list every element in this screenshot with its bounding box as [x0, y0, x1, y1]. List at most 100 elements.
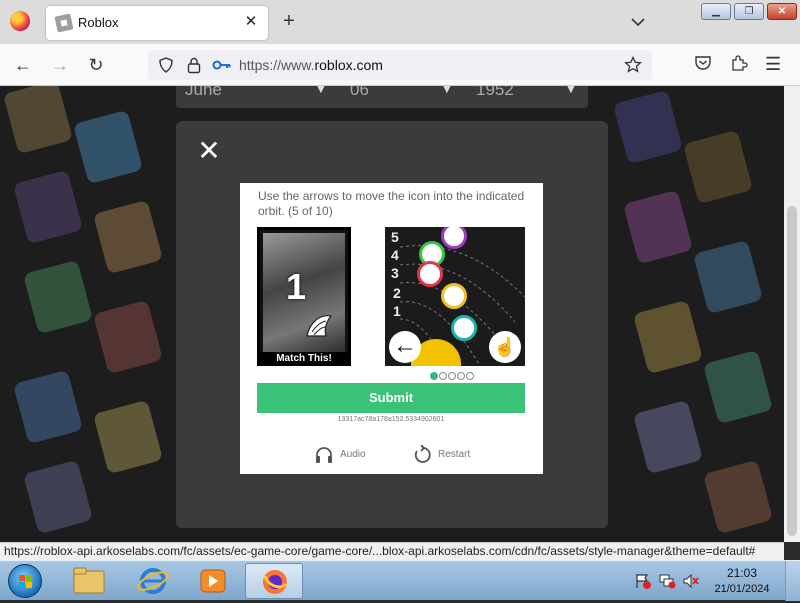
page-viewport: June ▼ 06 ▼ 1952 ▼ ✕ Use the arrows to m… — [0, 86, 784, 542]
chevron-down-icon[interactable]: ▼ — [564, 86, 578, 96]
orbit-label: 2 — [393, 285, 401, 301]
list-all-tabs-chevron-down-icon[interactable] — [628, 12, 648, 32]
orbit-object-icon — [451, 315, 477, 341]
lock-icon[interactable] — [186, 56, 202, 77]
extensions-puzzle-icon[interactable] — [730, 54, 748, 75]
clock-time[interactable]: 21:03 — [718, 566, 766, 580]
orbit-label: 1 — [393, 303, 401, 319]
month-select[interactable]: June — [185, 86, 222, 100]
close-icon[interactable]: ✕ — [196, 137, 222, 165]
orbit-label: 5 — [391, 229, 399, 245]
key-icon[interactable] — [212, 58, 232, 75]
progress-dot — [466, 372, 474, 380]
window-close-button[interactable]: ✕ — [767, 3, 797, 20]
background-avatar-tile — [622, 189, 694, 265]
background-avatar-tile — [92, 199, 164, 275]
background-avatar-tile — [92, 299, 164, 375]
tab-roblox[interactable]: Roblox ✕ — [46, 6, 268, 40]
headphones-icon — [316, 447, 332, 463]
reload-icon[interactable]: ↻ — [83, 53, 109, 77]
year-select[interactable]: 1952 — [476, 86, 514, 100]
status-bar-url: https://roblox-api.arkoselabs.com/fc/ass… — [0, 542, 784, 560]
forward-arrow-icon[interactable]: → — [47, 53, 73, 77]
orbit-puzzle-image: 5 4 3 2 1 ← ☝ — [385, 227, 525, 366]
background-avatar-tile — [632, 399, 704, 475]
captcha-instruction: Use the arrows to move the icon into the… — [258, 189, 525, 218]
tab-close-button[interactable]: ✕ — [242, 13, 260, 31]
internet-explorer-taskbar-button[interactable] — [124, 563, 182, 599]
orbit-object-icon — [441, 283, 467, 309]
firefox-icon[interactable] — [10, 11, 30, 31]
address-bar[interactable]: https://www.roblox.com — [148, 50, 652, 80]
media-player-icon — [200, 569, 226, 593]
windows-taskbar: 21:03 21/01/2024 — [0, 560, 800, 601]
volume-icon[interactable] — [682, 573, 700, 589]
roblox-favicon-icon — [54, 13, 74, 33]
submit-button[interactable]: Submit — [257, 383, 525, 413]
right-arrow-button[interactable]: ☝ — [489, 331, 521, 363]
audio-label: Audio — [340, 449, 366, 460]
orbit-object-icon — [417, 261, 443, 287]
url-domain: roblox.com — [314, 57, 383, 73]
action-center-flag-icon[interactable] — [634, 573, 652, 589]
background-avatar-tile — [612, 89, 684, 165]
left-arrow-button[interactable]: ← — [389, 331, 421, 363]
background-avatar-tile — [92, 399, 164, 475]
match-label: Match This! — [260, 352, 348, 363]
window-minimize-button[interactable]: ▁ — [701, 3, 731, 20]
internet-explorer-icon — [137, 568, 169, 594]
progress-dot — [439, 372, 447, 380]
media-player-taskbar-button[interactable] — [184, 563, 242, 599]
background-avatar-tile — [12, 369, 84, 445]
folder-icon — [73, 567, 105, 594]
firefox-icon — [263, 570, 288, 594]
show-desktop-button[interactable] — [785, 561, 800, 601]
clock-date[interactable]: 21/01/2024 — [707, 583, 777, 595]
back-arrow-icon[interactable]: ← — [10, 53, 36, 77]
restart-label: Restart — [438, 449, 471, 460]
chevron-down-icon[interactable]: ▼ — [314, 86, 328, 96]
network-icon[interactable] — [658, 573, 676, 589]
progress-dot — [457, 372, 465, 380]
background-avatar-tile — [702, 459, 774, 535]
orbit-label: 4 — [391, 247, 399, 263]
target-image: 1 Match This! — [257, 227, 351, 366]
background-avatar-tile — [632, 299, 704, 375]
background-avatar-tile — [12, 169, 84, 245]
tab-title: Roblox — [78, 15, 119, 30]
windows-logo-icon — [19, 575, 32, 588]
background-avatar-tile — [22, 459, 94, 535]
target-orbit-number: 1 — [286, 266, 307, 307]
background-avatar-tile — [682, 129, 754, 205]
day-select[interactable]: 06 — [350, 86, 369, 100]
background-avatar-tile — [22, 259, 94, 335]
tracking-protection-shield-icon[interactable] — [158, 57, 174, 76]
hamburger-menu-icon[interactable]: ☰ — [765, 54, 781, 74]
progress-dot — [430, 372, 438, 380]
background-avatar-tile — [702, 349, 774, 425]
start-button[interactable] — [8, 564, 42, 598]
captcha-challenge: Use the arrows to move the icon into the… — [240, 183, 543, 474]
restart-icon — [414, 445, 431, 463]
pocket-icon[interactable] — [694, 54, 712, 75]
window-maximize-button[interactable]: ❐ — [734, 3, 764, 20]
session-id: 13317ac78a178a152.5334902601 — [337, 416, 445, 423]
firefox-taskbar-button[interactable] — [245, 563, 303, 599]
file-explorer-taskbar-button[interactable] — [60, 563, 118, 599]
chevron-down-icon[interactable]: ▼ — [440, 86, 454, 96]
background-avatar-tile — [72, 109, 144, 185]
progress-dot — [448, 372, 456, 380]
navigation-toolbar: ← → ↻ https://www.roblox.com ☰ — [0, 44, 800, 86]
shell-icon — [304, 312, 334, 340]
scrollbar-thumb[interactable] — [787, 206, 797, 536]
background-avatar-tile — [2, 86, 74, 155]
url-text[interactable]: https://www.roblox.com — [239, 57, 383, 73]
bookmark-star-icon[interactable] — [624, 55, 642, 77]
tab-bar: Roblox ✕ + ▁ ❐ ✕ — [0, 0, 800, 44]
birthday-date-selectors: June ▼ 06 ▼ 1952 ▼ — [176, 86, 588, 108]
verification-modal: ✕ Use the arrows to move the icon into t… — [176, 121, 608, 528]
url-prefix: https://www. — [239, 57, 315, 73]
background-avatar-tile — [692, 239, 764, 315]
progress-dots — [430, 369, 475, 380]
new-tab-button[interactable]: + — [278, 10, 300, 32]
